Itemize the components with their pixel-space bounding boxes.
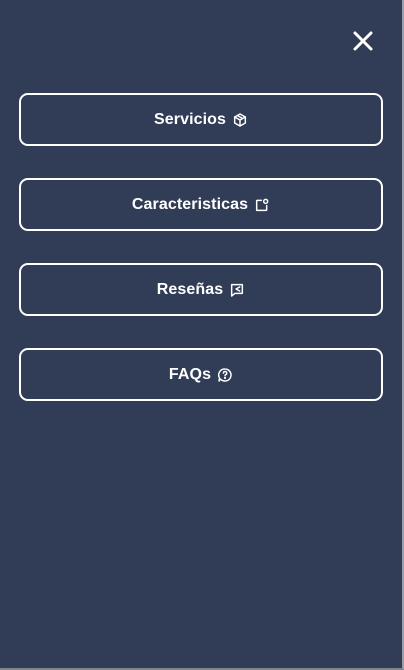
mobile-menu-panel: Servicios Caracteristicas Reseñas FAQs xyxy=(0,0,404,670)
menu-item-label: Servicios xyxy=(153,110,227,128)
cube-icon xyxy=(232,112,248,128)
menu-item-resenas[interactable]: Reseñas xyxy=(19,263,383,316)
menu-item-label: Reseñas xyxy=(156,280,224,298)
menu-nav-list: Servicios Caracteristicas Reseñas FAQs xyxy=(19,93,383,433)
menu-item-caracteristicas[interactable]: Caracteristicas xyxy=(19,178,383,231)
close-icon xyxy=(353,31,373,51)
question-circle-icon xyxy=(217,367,233,383)
menu-item-servicios[interactable]: Servicios xyxy=(19,93,383,146)
menu-item-faqs[interactable]: FAQs xyxy=(19,348,383,401)
menu-item-label: FAQs xyxy=(168,365,212,383)
close-menu-button[interactable] xyxy=(350,28,376,54)
new-section-icon xyxy=(254,197,270,213)
message-share-icon xyxy=(229,282,245,298)
menu-item-label: Caracteristicas xyxy=(131,195,249,213)
